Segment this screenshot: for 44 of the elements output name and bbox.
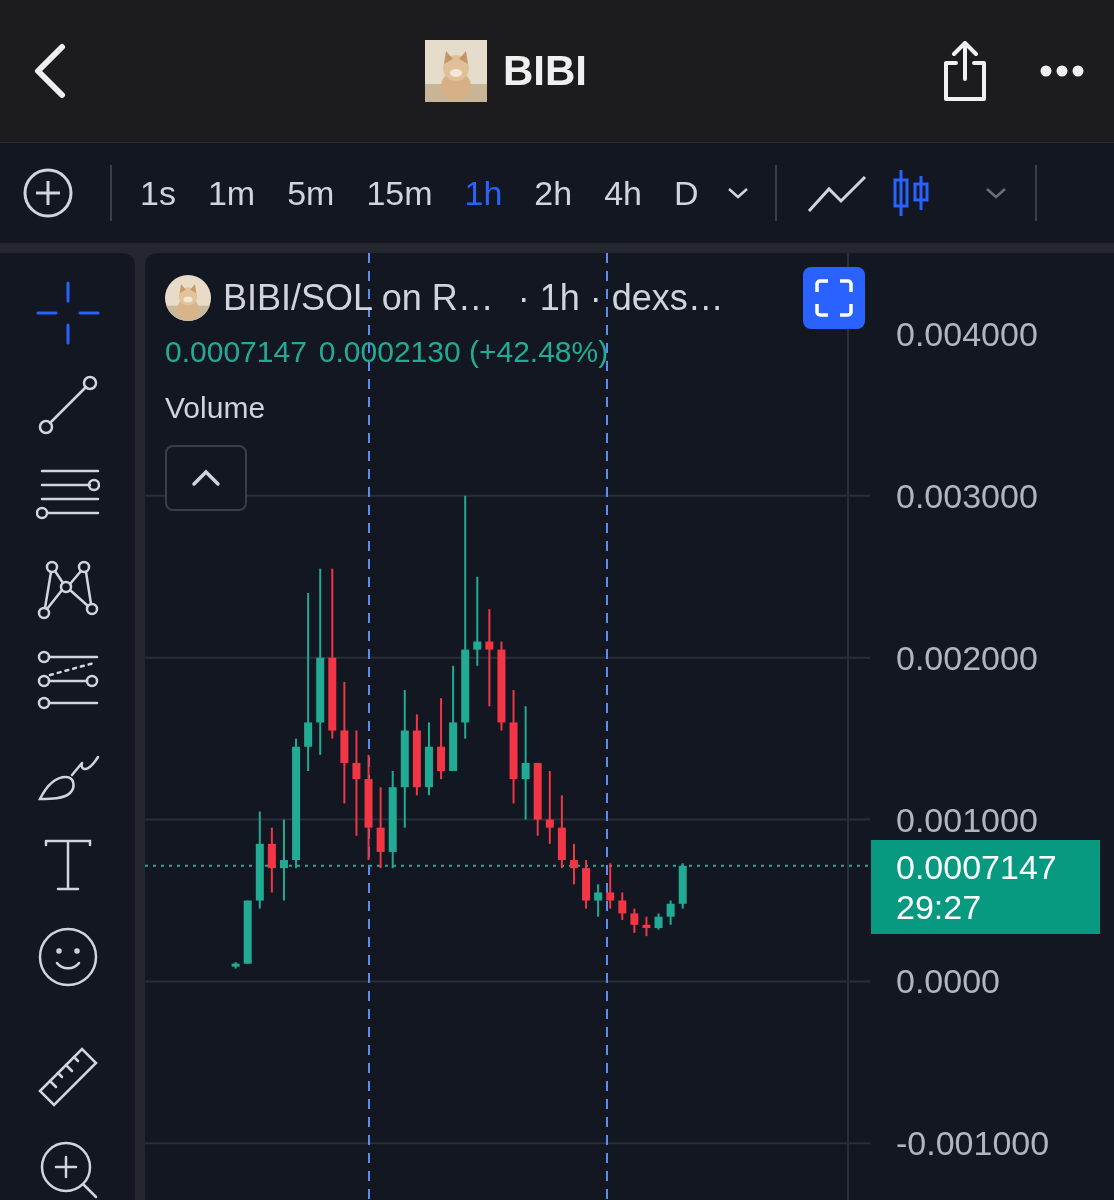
last-price: 0.0007147 — [165, 335, 307, 369]
interval-tab[interactable]: 2h — [518, 173, 589, 213]
price-change: 0.0002130 (+42.48%) — [318, 335, 609, 369]
price-axis-label: -0.001000 — [896, 1123, 1050, 1163]
candle — [231, 961, 240, 970]
fullscreen-icon — [814, 278, 854, 318]
chevron-up-icon — [191, 469, 221, 487]
price-axis-label: 0.001000 — [896, 800, 1038, 840]
candle — [678, 862, 687, 910]
interval-tab[interactable]: 5m — [271, 173, 351, 213]
fullscreen-button[interactable] — [803, 267, 865, 329]
more-button[interactable] — [1040, 65, 1084, 77]
candle — [267, 826, 276, 894]
interval-tab[interactable]: 15m — [350, 173, 449, 213]
candle — [666, 899, 675, 926]
price-tag-price: 0.0007147 — [896, 847, 1058, 887]
interval-tab[interactable]: 1m — [191, 173, 272, 213]
interval-tab[interactable]: 1h — [448, 173, 519, 213]
share-button[interactable] — [942, 41, 988, 101]
collapse-button[interactable] — [165, 445, 247, 511]
interval-tab[interactable]: D — [658, 173, 715, 213]
candle — [243, 899, 252, 965]
line-chart-icon[interactable] — [806, 173, 867, 213]
candle — [630, 907, 639, 934]
add-indicator-button[interactable] — [22, 167, 74, 219]
price-axis-label: 0.003000 — [896, 476, 1038, 516]
price-axis-label: 0.0000 — [896, 961, 1000, 1001]
candle — [594, 883, 603, 918]
candle — [618, 891, 627, 921]
candle — [606, 862, 615, 910]
candle — [582, 859, 591, 910]
indicator-label: Volume — [165, 391, 267, 425]
candle — [569, 842, 578, 886]
token-title: BIBI — [503, 47, 587, 95]
interval-tab[interactable]: 1s — [124, 173, 192, 213]
price-axis-label: 0.002000 — [896, 638, 1038, 678]
crosshair-icon — [35, 281, 100, 345]
candle — [642, 915, 651, 938]
price-axis-label: 0.004000 — [896, 314, 1038, 354]
interval-tab[interactable]: 4h — [588, 173, 658, 213]
interval-source: · 1h · dexs… — [517, 277, 724, 319]
symbol-title: BIBI/SOL on R… — [223, 277, 494, 319]
countdown: 29:27 — [896, 887, 983, 927]
candle — [654, 912, 663, 931]
